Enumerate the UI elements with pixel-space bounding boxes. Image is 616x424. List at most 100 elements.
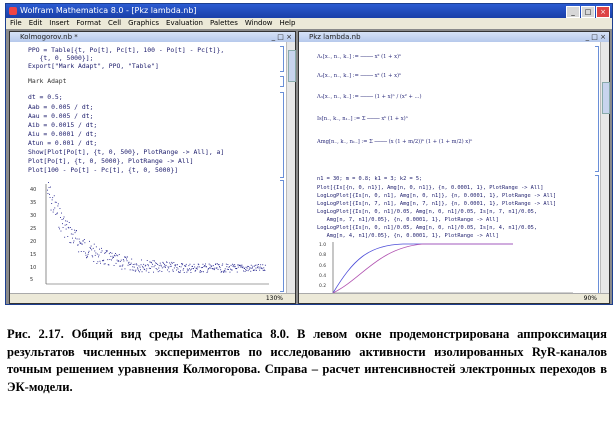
- data-point: [262, 264, 264, 266]
- data-point: [78, 238, 80, 240]
- data-point: [159, 262, 161, 264]
- data-point: [163, 266, 165, 268]
- data-point: [175, 264, 177, 266]
- data-point: [241, 264, 243, 266]
- data-point: [119, 261, 121, 262]
- data-point: [155, 268, 157, 269]
- data-point: [114, 255, 116, 257]
- menu-window[interactable]: Window: [245, 18, 273, 29]
- data-point: [120, 259, 122, 261]
- data-point: [228, 269, 229, 270]
- data-point: [151, 266, 153, 268]
- data-point: [66, 224, 68, 226]
- data-point: [115, 262, 117, 264]
- code-line[interactable]: Plot[100 - Po[t] - Pc[t], {t, 0, 5000}]: [28, 166, 178, 174]
- data-point: [103, 263, 105, 265]
- cell-bracket[interactable]: [280, 76, 284, 87]
- mathematica-window: Wolfram Mathematica 8.0 - [Pkz lambda.nb…: [5, 3, 613, 305]
- menu-graphics[interactable]: Graphics: [128, 18, 159, 29]
- menu-evaluation[interactable]: Evaluation: [166, 18, 203, 29]
- data-point: [224, 270, 226, 271]
- data-point: [224, 268, 226, 270]
- data-point: [161, 271, 163, 272]
- data-point: [68, 227, 70, 229]
- data-point: [188, 265, 190, 267]
- cell-bracket[interactable]: [280, 180, 284, 292]
- data-point: [131, 258, 133, 260]
- data-point: [63, 218, 64, 220]
- data-point: [73, 242, 74, 244]
- data-point: [158, 267, 160, 269]
- scrollbar-thumb[interactable]: [602, 82, 610, 114]
- menu-help[interactable]: Help: [279, 18, 295, 29]
- menu-palettes[interactable]: Palettes: [210, 18, 238, 29]
- formula-definitions: Λ₁[x₋, n₋, k₋] := ──── xᵏ (1 + x)ⁿ Λ₂[x₋…: [316, 53, 473, 145]
- minimize-button[interactable]: _: [566, 6, 580, 18]
- data-point: [69, 242, 71, 243]
- data-point: [75, 237, 76, 239]
- data-point: [93, 243, 95, 245]
- maximize-button[interactable]: □: [581, 6, 595, 18]
- menu-insert[interactable]: Insert: [49, 18, 69, 29]
- data-point: [151, 262, 152, 264]
- menu-file[interactable]: File: [10, 18, 22, 29]
- data-point: [161, 267, 163, 269]
- left-notebook[interactable]: Kolmogorov.nb * _ □ × PPO = Table[{t, Po…: [9, 31, 296, 304]
- data-point: [92, 247, 94, 249]
- data-point: [60, 230, 62, 232]
- menu-format[interactable]: Format: [76, 18, 101, 29]
- right-notebook-close-icon[interactable]: _ □ ×: [586, 32, 606, 42]
- formula-definition: Is[n₋, k₋, n₁₋] := Σ ──── xᵏ (1 + x)ⁿ: [317, 115, 408, 122]
- code-line[interactable]: Aau = 0.005 / dt;: [28, 112, 93, 120]
- right-notebook[interactable]: Pkz lambda.nb _ □ × Λ₁[x₋, n₋, k₋] := ──…: [298, 31, 610, 304]
- scrollbar-thumb[interactable]: [288, 50, 296, 82]
- data-point: [194, 266, 196, 268]
- data-point: [126, 258, 127, 260]
- left-notebook-title-bar: Kolmogorov.nb * _ □ ×: [10, 32, 295, 42]
- code-line[interactable]: Aab = 0.005 / dt;: [28, 103, 93, 111]
- code-line[interactable]: Aib = 0.0015 / dt;: [28, 121, 97, 129]
- code-line[interactable]: Show[Plot[Po[t], {t, 0, 500}, PlotRange …: [28, 148, 224, 156]
- plot-axes: [45, 184, 269, 285]
- data-point: [88, 250, 90, 252]
- menu-cell[interactable]: Cell: [108, 18, 121, 29]
- cell-bracket[interactable]: [280, 92, 284, 178]
- zoom-level[interactable]: 130%: [266, 294, 283, 303]
- data-point: [166, 261, 168, 263]
- code-line[interactable]: Aiu = 0.0001 / dt;: [28, 130, 97, 138]
- data-point: [59, 228, 60, 230]
- data-point: [178, 271, 180, 273]
- data-point: [135, 263, 137, 265]
- data-point: [212, 268, 214, 270]
- cell-bracket[interactable]: [595, 46, 599, 172]
- data-point: [132, 264, 134, 265]
- data-point: [185, 265, 187, 267]
- code-line[interactable]: Atun = 0.001 / dt;: [28, 139, 97, 147]
- menu-edit[interactable]: Edit: [29, 18, 43, 29]
- data-point: [60, 217, 61, 218]
- close-button[interactable]: ×: [596, 6, 610, 18]
- code-line[interactable]: dt = 0.5;: [28, 93, 63, 101]
- left-notebook-close-icon[interactable]: _ □ ×: [272, 32, 292, 42]
- menu-bar: File Edit Insert Format Cell Graphics Ev…: [6, 18, 612, 29]
- data-point: [258, 264, 259, 265]
- data-point: [208, 263, 210, 265]
- y-tick-label: 25: [30, 226, 36, 232]
- data-point: [173, 267, 175, 269]
- data-point: [111, 252, 113, 254]
- cell-bracket[interactable]: [280, 46, 284, 72]
- data-point: [230, 264, 232, 266]
- code-line[interactable]: Export["Mark Adapt", PPO, "Table"]: [28, 62, 159, 70]
- cell-bracket[interactable]: [595, 175, 599, 297]
- data-point: [119, 265, 121, 267]
- data-point: [56, 212, 58, 214]
- data-point: [143, 263, 145, 265]
- right-vertical-scrollbar[interactable]: [600, 42, 610, 293]
- code-line[interactable]: Plot[Po[t], {t, 0, 5000}, PlotRange -> A…: [28, 157, 193, 165]
- zoom-level[interactable]: 90%: [584, 294, 597, 303]
- data-point: [167, 269, 168, 271]
- code-line[interactable]: n1 = 30; m = 0.8; k1 = 3; k2 = 5;: [317, 176, 422, 184]
- data-point: [123, 260, 125, 262]
- data-point: [239, 265, 241, 266]
- left-vertical-scrollbar[interactable]: [286, 42, 296, 293]
